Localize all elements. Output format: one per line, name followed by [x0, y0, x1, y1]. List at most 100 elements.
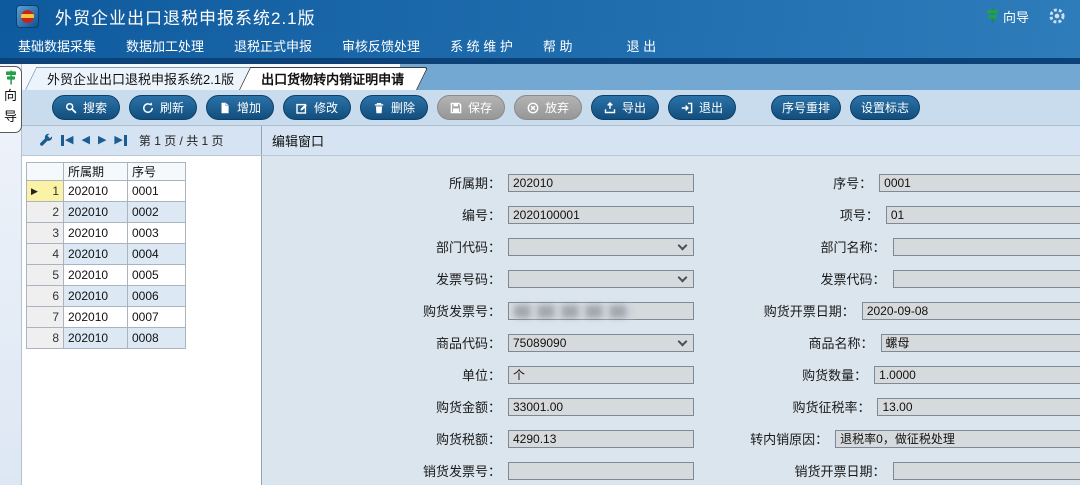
cell-seq[interactable]: 0008 [128, 328, 186, 349]
chevron-down-icon [678, 272, 688, 282]
field-value: 退税率0，做征税处理 [840, 430, 955, 447]
row-selector[interactable]: 2 [27, 202, 64, 223]
field-input[interactable]: 2020-09-08 [862, 302, 1080, 320]
form-field: 购货税额：4290.13 [262, 429, 702, 448]
tab-1[interactable]: 外贸企业出口退税申报系统2.1版 [25, 67, 247, 90]
wrench-icon[interactable] [38, 133, 53, 148]
field-select[interactable] [508, 238, 694, 256]
wizard-button[interactable]: 向导 [986, 7, 1029, 26]
form-field: 购货数量：1.0000 [702, 365, 1080, 384]
sidebar-wizard-tab[interactable]: 向 导 [0, 66, 22, 133]
field-label: 销货发票号： [262, 461, 508, 480]
field-input[interactable]: 33001.00 [508, 398, 694, 416]
save-button[interactable]: 保存 [437, 95, 505, 120]
delete-button[interactable]: 删除 [360, 95, 428, 120]
cell-period[interactable]: 202010 [64, 328, 128, 349]
menu-item-5[interactable]: 系 统 维 护 [450, 36, 513, 55]
cell-period[interactable]: 202010 [64, 286, 128, 307]
row-selector[interactable]: 8 [27, 328, 64, 349]
menu-item-2[interactable]: 数据加工处理 [126, 36, 204, 55]
table-row[interactable]: 22020100002 [27, 202, 186, 223]
cell-seq[interactable]: 0003 [128, 223, 186, 244]
exit-button[interactable]: 退出 [668, 95, 736, 120]
field-input[interactable] [508, 302, 694, 320]
cell-period[interactable]: 202010 [64, 181, 128, 202]
field-input[interactable]: 202010 [508, 174, 694, 192]
field-input[interactable]: 个 [508, 366, 694, 384]
menu-item-3[interactable]: 退税正式申报 [234, 36, 312, 55]
discard-button[interactable]: 放弃 [514, 95, 582, 120]
next-page-button[interactable]: ▶ [98, 135, 106, 146]
cell-seq[interactable]: 0004 [128, 244, 186, 265]
field-input[interactable]: 13.00 [877, 398, 1080, 416]
cell-period[interactable]: 202010 [64, 223, 128, 244]
page-indicator: 第 1 页 / 共 1 页 [139, 132, 224, 149]
cell-seq[interactable]: 0006 [128, 286, 186, 307]
first-page-button[interactable]: ◀ [61, 135, 73, 146]
menu-item-4[interactable]: 审核反馈处理 [342, 36, 420, 55]
prev-page-button[interactable]: ◀ [81, 135, 89, 146]
table-row[interactable]: 72020100007 [27, 307, 186, 328]
add-button[interactable]: 增加 [206, 95, 274, 120]
cell-seq[interactable]: 0001 [128, 181, 186, 202]
field-value: 0001 [884, 176, 911, 190]
records-table: 所属期序号 ▶120201000012202010000232020100003… [26, 162, 186, 349]
field-input[interactable] [893, 238, 1080, 256]
last-page-button[interactable]: ▶ [114, 135, 126, 146]
field-input[interactable]: 退税率0，做征税处理 [835, 430, 1080, 448]
field-input[interactable]: 2020100001 [508, 206, 694, 224]
row-selector[interactable]: 4 [27, 244, 64, 265]
tab-label: 出口货物转内销证明申请 [261, 69, 404, 88]
search-button[interactable]: 搜索 [52, 95, 120, 120]
field-label: 销货开票日期： [702, 461, 893, 480]
field-label: 转内销原因： [702, 429, 835, 448]
gear-icon[interactable] [1048, 7, 1066, 25]
table-row[interactable]: 62020100006 [27, 286, 186, 307]
field-value: 202010 [513, 176, 553, 190]
form-field: 单位：个 [262, 365, 702, 384]
tab-2[interactable]: 出口货物转内销证明申请 [239, 67, 417, 90]
edit-button[interactable]: 修改 [283, 95, 351, 120]
row-selector[interactable]: 6 [27, 286, 64, 307]
cell-period[interactable]: 202010 [64, 307, 128, 328]
row-selector[interactable]: ▶1 [27, 181, 64, 202]
field-input[interactable]: 4290.13 [508, 430, 694, 448]
cell-seq[interactable]: 0007 [128, 307, 186, 328]
table-row[interactable]: 42020100004 [27, 244, 186, 265]
table-row[interactable]: 32020100003 [27, 223, 186, 244]
menu-item-7[interactable]: 退 出 [627, 36, 657, 55]
refresh-button[interactable]: 刷新 [129, 95, 197, 120]
field-input[interactable] [508, 462, 694, 480]
field-select[interactable]: 75089090 [508, 334, 694, 352]
row-selector[interactable]: 5 [27, 265, 64, 286]
cell-period[interactable]: 202010 [64, 202, 128, 223]
row-selector[interactable]: 3 [27, 223, 64, 244]
cell-seq[interactable]: 0005 [128, 265, 186, 286]
menu-item-6[interactable]: 帮 助 [543, 36, 573, 55]
field-select[interactable] [508, 270, 694, 288]
field-label: 部门名称： [702, 237, 893, 256]
table-row[interactable]: ▶12020100001 [27, 181, 186, 202]
field-input[interactable]: 螺母 [881, 334, 1080, 352]
table-row[interactable]: 82020100008 [27, 328, 186, 349]
field-input[interactable]: 01 [886, 206, 1080, 224]
reorder-button[interactable]: 序号重排 [771, 95, 841, 120]
app-logo-icon [16, 5, 39, 28]
cell-period[interactable]: 202010 [64, 244, 128, 265]
menu-item-1[interactable]: 基础数据采集 [18, 36, 96, 55]
toolbar: 搜索刷新增加修改删除保存放弃导出退出 序号重排设置标志 [22, 90, 1080, 126]
field-value: 01 [891, 208, 904, 222]
field-value: 2020-09-08 [867, 304, 928, 318]
table-row[interactable]: 52020100005 [27, 265, 186, 286]
field-input[interactable] [893, 270, 1080, 288]
row-selector[interactable]: 7 [27, 307, 64, 328]
export-button[interactable]: 导出 [591, 95, 659, 120]
field-input[interactable]: 0001 [879, 174, 1080, 192]
cell-period[interactable]: 202010 [64, 265, 128, 286]
pager-controls: ◀ ◀ ▶ ▶ 第 1 页 / 共 1 页 [22, 126, 262, 155]
cell-seq[interactable]: 0002 [128, 202, 186, 223]
field-label: 所属期： [262, 173, 508, 192]
set-flag-button[interactable]: 设置标志 [850, 95, 920, 120]
field-input[interactable]: 1.0000 [874, 366, 1080, 384]
field-input[interactable] [893, 462, 1080, 480]
